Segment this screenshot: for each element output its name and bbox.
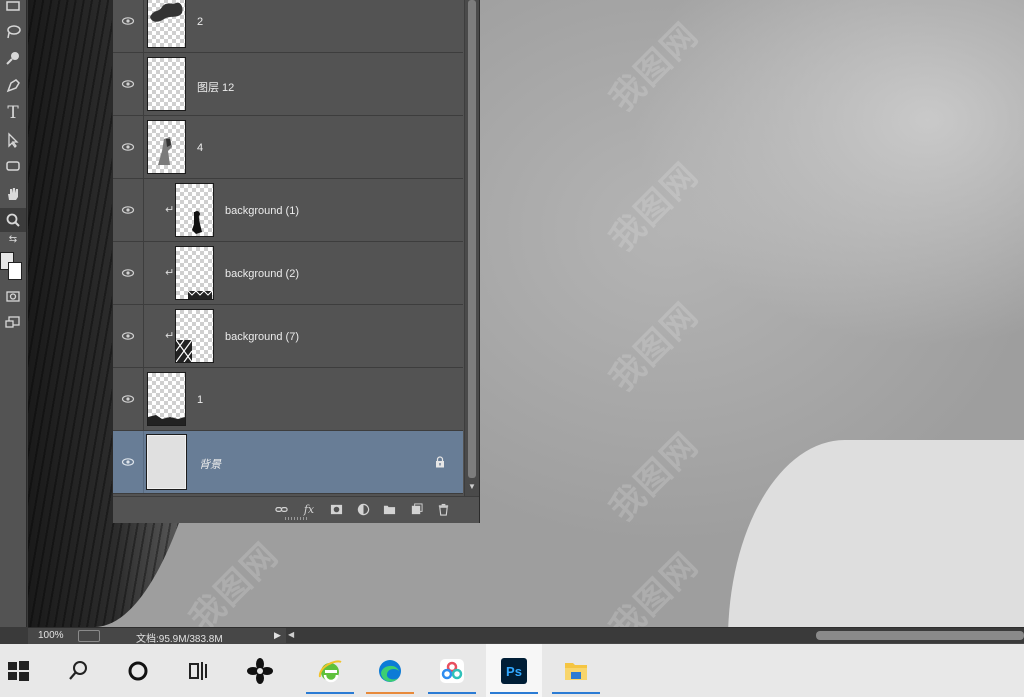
visibility-eye-icon[interactable] — [121, 14, 135, 28]
tools-bar: T ⇆ — [0, 0, 27, 627]
layer-row-selected[interactable]: 背景 — [113, 431, 463, 494]
pen-tool-icon[interactable] — [0, 74, 26, 98]
watermark: 我图网 — [602, 544, 707, 627]
layer-row[interactable]: ↵ background (2) — [113, 242, 463, 305]
layer-thumbnail — [147, 120, 186, 174]
quick-select-tool-icon[interactable] — [0, 46, 26, 70]
layer-row[interactable]: ↵ background (7) — [113, 305, 463, 368]
adjustment-icon[interactable] — [355, 502, 371, 516]
layer-thumbnail — [146, 434, 187, 490]
rectangle-tool-icon[interactable] — [0, 154, 26, 178]
layer-thumbnail — [147, 57, 186, 111]
layer-row[interactable]: 1 — [113, 368, 463, 431]
layer-name: 4 — [197, 142, 204, 154]
zoom-tool-icon[interactable] — [0, 208, 26, 232]
hand-tool-icon[interactable] — [0, 182, 26, 206]
layer-thumbnail — [175, 183, 214, 237]
path-select-tool-icon[interactable] — [0, 128, 26, 152]
layer-name: 2 — [197, 16, 204, 28]
background-color-swatch[interactable] — [8, 262, 22, 280]
photoshop-icon: Ps — [501, 657, 527, 684]
watermark: 我图网 — [602, 424, 707, 530]
layers-panel: 2 图层 12 4 ↵ background (1) ↵ background — [112, 0, 480, 523]
new-layer-icon[interactable] — [408, 502, 424, 516]
cortana-icon[interactable] — [110, 644, 166, 697]
layer-name: 1 — [197, 394, 204, 406]
screen-mode-icon[interactable] — [0, 310, 26, 334]
lasso-tool-icon[interactable] — [0, 20, 26, 44]
layer-name: background (7) — [225, 331, 299, 343]
windows-start-icon[interactable] — [0, 644, 46, 697]
scrollbar-thumb[interactable] — [468, 0, 476, 478]
zoom-toggle-icon[interactable] — [78, 630, 100, 642]
windows-taskbar: Ps — [0, 644, 1024, 697]
layer-thumbnail — [147, 372, 186, 426]
scroll-down-arrow-icon[interactable]: ▼ — [467, 482, 477, 492]
file-explorer-icon[interactable] — [548, 644, 604, 697]
clipping-mask-icon: ↵ — [165, 330, 175, 342]
horizontal-scrollbar[interactable]: ◀ — [286, 628, 1024, 643]
layer-name: background (1) — [225, 205, 299, 217]
photo-shirt-region — [728, 440, 1024, 627]
type-tool-icon[interactable]: T — [0, 101, 26, 125]
visibility-eye-icon[interactable] — [121, 203, 135, 217]
layer-name: 背景 — [199, 459, 221, 471]
gradient-tool-icon[interactable] — [0, 0, 26, 18]
layer-thumbnail — [147, 0, 186, 48]
layer-row[interactable]: 2 — [113, 0, 463, 53]
swap-colors-icon[interactable]: ⇆ — [0, 232, 26, 246]
clipping-mask-icon: ↵ — [165, 204, 175, 216]
scroll-left-arrow-icon[interactable]: ◀ — [288, 630, 294, 639]
visibility-eye-icon[interactable] — [121, 392, 135, 406]
layer-thumbnail — [175, 246, 214, 300]
layers-panel-footer: fx — [113, 496, 479, 523]
pinwheel-app-icon[interactable] — [232, 644, 288, 697]
layer-row[interactable]: 图层 12 — [113, 53, 463, 116]
layer-row[interactable]: 4 — [113, 116, 463, 179]
clipping-mask-icon: ↵ — [165, 267, 175, 279]
mask-icon[interactable] — [328, 502, 344, 516]
visibility-eye-icon[interactable] — [121, 77, 135, 91]
lock-icon — [436, 456, 444, 468]
quick-mask-icon[interactable] — [0, 284, 26, 308]
fx-icon[interactable]: fx — [301, 502, 317, 516]
trash-icon[interactable] — [435, 502, 451, 516]
link-icon[interactable] — [273, 502, 289, 516]
layer-name: background (2) — [225, 268, 299, 280]
photoshop-taskbar-button[interactable]: Ps — [486, 644, 542, 697]
panel-resize-grip[interactable] — [285, 517, 307, 520]
watermark: 我图网 — [602, 154, 707, 260]
horizontal-scroll-thumb[interactable] — [816, 631, 1024, 640]
zoom-level[interactable]: 100% — [38, 630, 64, 641]
layer-row[interactable]: ↵ background (1) — [113, 179, 463, 242]
ie-browser-icon[interactable] — [302, 644, 358, 697]
visibility-eye-icon[interactable] — [121, 140, 135, 154]
status-bar: 100% 文档:95.9M/383.8M ▶ ◀ — [28, 627, 1024, 645]
folder-icon[interactable] — [381, 502, 397, 516]
search-icon[interactable] — [50, 644, 106, 697]
watermark: 我图网 — [182, 534, 287, 627]
baidu-netdisk-icon[interactable] — [424, 644, 480, 697]
watermark: 我图网 — [602, 14, 707, 120]
layers-scrollbar[interactable]: ▼ — [464, 0, 479, 496]
visibility-eye-icon[interactable] — [121, 329, 135, 343]
layer-name: 图层 12 — [197, 82, 235, 94]
status-menu-arrow-icon[interactable]: ▶ — [274, 630, 281, 641]
document-size-info: 文档:95.9M/383.8M — [136, 634, 223, 645]
edge-browser-icon[interactable] — [362, 644, 418, 697]
layer-thumbnail — [175, 309, 214, 363]
task-view-icon[interactable] — [170, 644, 226, 697]
visibility-eye-icon[interactable] — [121, 455, 135, 469]
visibility-eye-icon[interactable] — [121, 266, 135, 280]
watermark: 我图网 — [602, 294, 707, 400]
svg-text:Ps: Ps — [506, 664, 522, 679]
